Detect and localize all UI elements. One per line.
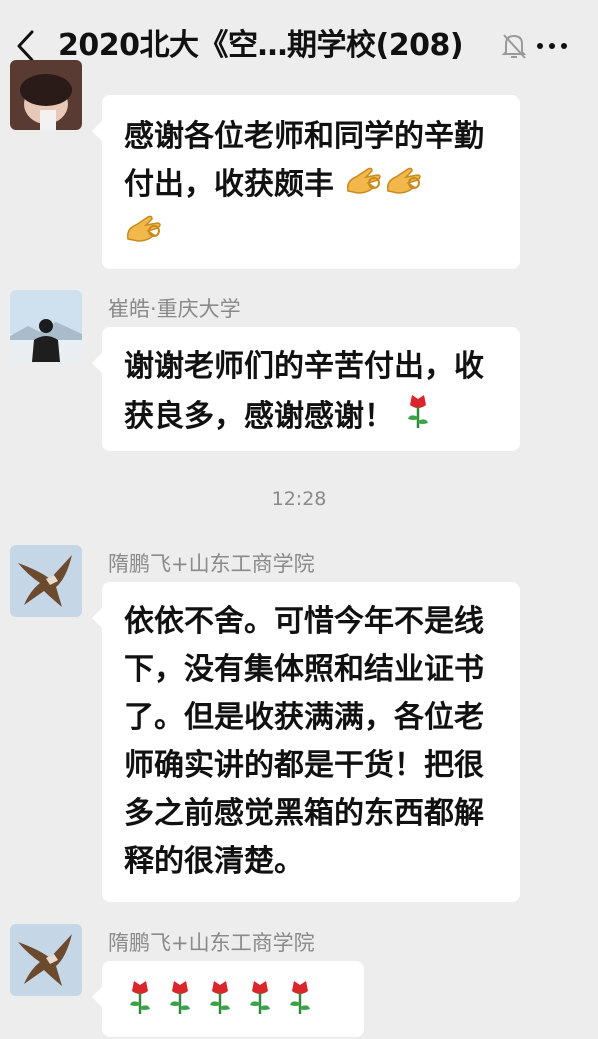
message-bubble[interactable]	[92, 961, 364, 1037]
message-bubble[interactable]: 依依不舍。可惜今年不是线下，没有集体照和结业证书了。但是收获满满，各位老师确实讲…	[92, 582, 520, 902]
ok-hand-emoji	[384, 162, 424, 210]
ellipsis-icon	[537, 43, 567, 49]
rose-emoji	[246, 977, 274, 1030]
more-button[interactable]	[530, 28, 574, 64]
avatar[interactable]	[10, 60, 82, 130]
avatar[interactable]	[10, 545, 82, 617]
hawk-photo-icon	[10, 545, 82, 617]
sender-name: 隋鹏飞+山东工商学院	[108, 931, 315, 955]
person-photo-icon	[10, 60, 82, 130]
ok-hand-emoji	[124, 210, 164, 258]
message-bubble[interactable]: 谢谢老师们的辛苦付出，收获良多，感谢感谢！	[92, 327, 520, 451]
rose-emoji	[166, 977, 194, 1030]
chat-title: 2020北大《空…期学校(208)	[58, 28, 464, 63]
avatar[interactable]	[10, 924, 82, 996]
person-photo-icon	[10, 290, 82, 362]
ok-hand-emoji	[344, 162, 384, 210]
rose-emoji	[206, 977, 234, 1030]
rose-emoji	[126, 977, 154, 1030]
timestamp: 12:28	[271, 488, 327, 510]
hawk-photo-icon	[10, 924, 82, 996]
avatar[interactable]	[10, 290, 82, 362]
message-text: 感谢各位老师和同学的辛勤付出，收获颇丰	[124, 119, 484, 202]
sender-name: 崔皓·重庆大学	[108, 297, 241, 321]
bell-muted-icon	[500, 31, 528, 61]
chevron-left-icon	[17, 30, 34, 62]
message-text: 依依不舍。可惜今年不是线下，没有集体照和结业证书了。但是收获满满，各位老师确实讲…	[124, 604, 484, 879]
sender-name: 隋鹏飞+山东工商学院	[108, 552, 315, 576]
chat-header: 2020北大《空…期学校(208)	[0, 0, 598, 92]
rose-emoji	[286, 977, 314, 1030]
message-bubble[interactable]: 感谢各位老师和同学的辛勤付出，收获颇丰	[92, 95, 520, 269]
rose-emoji	[404, 391, 432, 444]
